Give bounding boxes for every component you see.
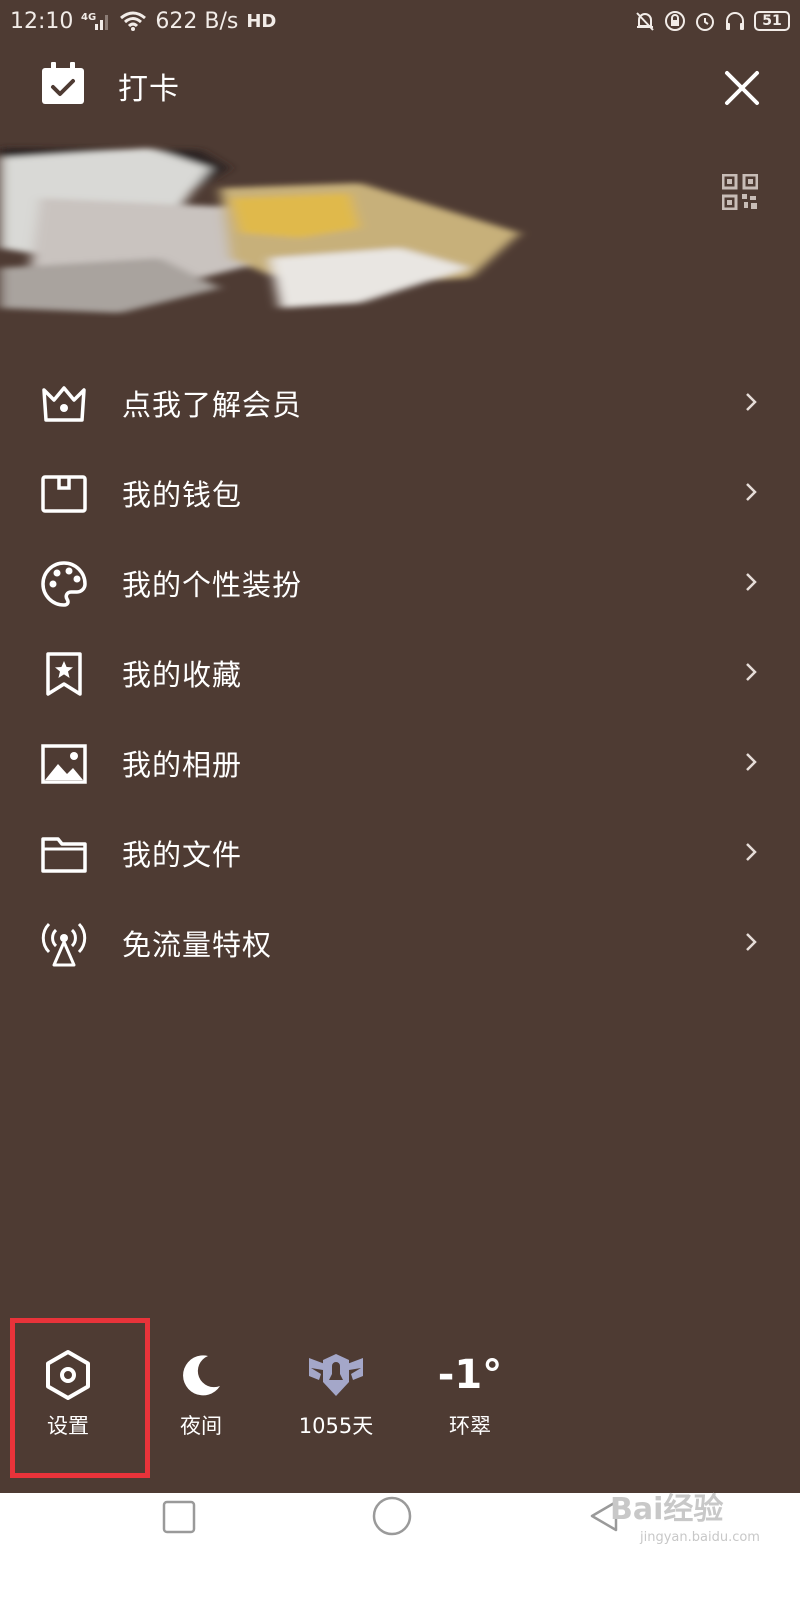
temperature-value: -1° (437, 1352, 503, 1398)
status-bar: 12:10 4G 622 B/s HD 51 (0, 0, 800, 42)
baidu-watermark: Bai经验 jingyan.baidu.com (610, 1492, 760, 1545)
menu-item-label: 我的相册 (122, 748, 243, 782)
drawer-bottom-bar: 设置 夜间 1055天 -1° 环翠 (0, 1330, 800, 1470)
settings-hexagon-icon (44, 1348, 92, 1402)
menu-item-personalize[interactable]: 我的个性装扮 (0, 538, 800, 628)
winged-badge-icon (307, 1348, 365, 1402)
watermark-url: jingyan.baidu.com (640, 1530, 760, 1545)
chevron-right-icon (744, 750, 758, 774)
night-mode-button[interactable]: 夜间 (141, 1330, 261, 1470)
chevron-right-icon (744, 660, 758, 684)
menu-item-label: 免流量特权 (122, 928, 273, 962)
days-badge-button[interactable]: 1055天 (276, 1330, 396, 1470)
bookmark-star-icon (40, 650, 88, 698)
menu-item-vip[interactable]: 点我了解会员 (0, 358, 800, 448)
rotation-lock-icon (664, 10, 686, 32)
drawer-menu: 点我了解会员 我的钱包 我的个性装扮 我的收藏 我的相册 我的文件 免流量特权 (0, 358, 800, 988)
checkin-button[interactable]: 打卡 (40, 62, 180, 110)
night-label: 夜间 (180, 1414, 222, 1438)
profile-banner[interactable] (0, 138, 560, 318)
system-nav-bar: Bai经验 jingyan.baidu.com (0, 1493, 800, 1600)
menu-item-label: 我的文件 (122, 838, 243, 872)
folder-icon (40, 830, 88, 878)
bell-off-icon (634, 10, 656, 32)
menu-item-files[interactable]: 我的文件 (0, 808, 800, 898)
checkin-label: 打卡 (118, 72, 180, 107)
chevron-right-icon (744, 930, 758, 954)
menu-item-free-data[interactable]: 免流量特权 (0, 898, 800, 988)
crown-icon (40, 380, 88, 428)
calendar-check-icon (40, 62, 86, 110)
signal-tower-icon (40, 920, 88, 968)
chevron-right-icon (744, 480, 758, 504)
chevron-right-icon (744, 390, 758, 414)
recents-icon[interactable] (162, 1500, 196, 1538)
city-label: 环翠 (449, 1414, 491, 1438)
moon-icon (178, 1348, 224, 1402)
hd-badge: HD (246, 10, 277, 32)
chevron-right-icon (744, 840, 758, 864)
menu-item-label: 我的收藏 (122, 658, 243, 692)
photo-icon (40, 740, 88, 788)
status-time: 12:10 (10, 8, 74, 34)
status-left: 12:10 4G 622 B/s HD (10, 9, 276, 34)
settings-label: 设置 (47, 1414, 89, 1438)
chevron-right-icon (744, 570, 758, 594)
menu-item-album[interactable]: 我的相册 (0, 718, 800, 808)
palette-icon (40, 560, 88, 608)
alarm-icon (694, 10, 716, 32)
battery-indicator: 51 (754, 11, 790, 31)
close-icon[interactable] (722, 68, 762, 108)
cellular-signal-icon: 4G (81, 10, 111, 32)
drawer-header: 打卡 (0, 48, 800, 128)
watermark-text: Bai经验 (610, 1492, 724, 1527)
headphones-icon (724, 10, 746, 32)
menu-item-label: 点我了解会员 (122, 388, 303, 422)
wifi-icon (119, 10, 147, 32)
days-label: 1055天 (298, 1414, 374, 1438)
status-right: 51 (634, 10, 790, 32)
weather-button[interactable]: -1° 环翠 (410, 1330, 530, 1470)
qr-code-icon[interactable] (721, 173, 759, 211)
menu-item-wallet[interactable]: 我的钱包 (0, 448, 800, 538)
menu-item-favorites[interactable]: 我的收藏 (0, 628, 800, 718)
settings-button[interactable]: 设置 (8, 1330, 128, 1470)
wallet-icon (40, 470, 88, 518)
menu-item-label: 我的钱包 (122, 478, 243, 512)
menu-item-label: 我的个性装扮 (122, 568, 303, 602)
home-icon[interactable] (372, 1496, 412, 1540)
network-speed: 622 B/s (155, 8, 239, 34)
svg-text:4G: 4G (81, 12, 96, 23)
